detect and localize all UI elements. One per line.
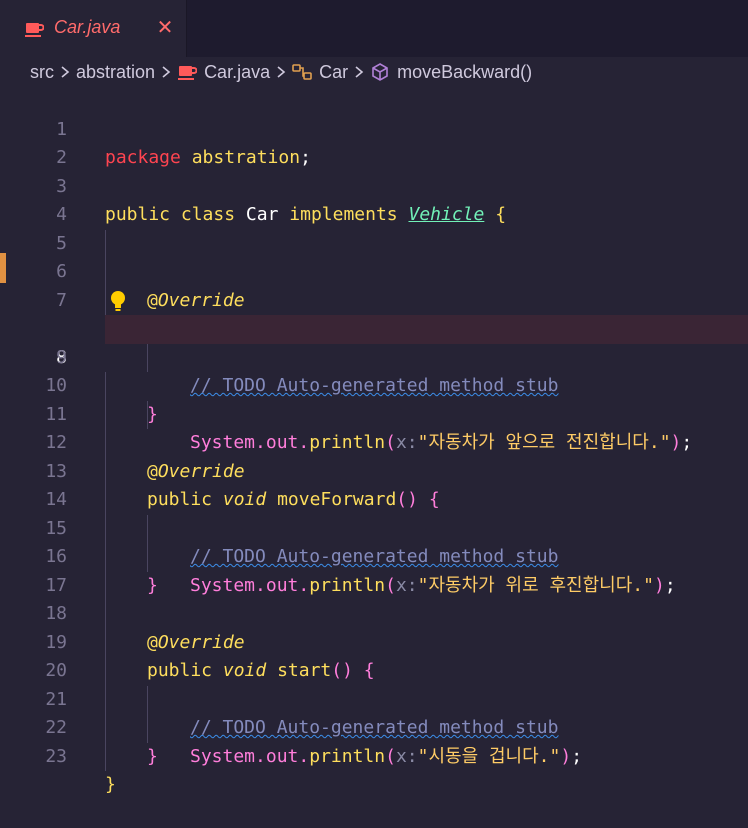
breadcrumb-label: src <box>30 61 54 82</box>
chevron-right-icon <box>276 65 286 79</box>
punct: . <box>298 745 310 767</box>
code-line: 7 // TODO Auto-generated method stub <box>0 258 748 397</box>
code-line-active: 8 System.out.println(x:"자동차가 앞으로 전진합니다."… <box>0 287 748 453</box>
chevron-right-icon <box>161 65 171 79</box>
punct: } <box>105 774 116 795</box>
java-file-icon <box>25 23 44 37</box>
java-file-icon <box>178 66 198 80</box>
field-ref: out <box>265 745 299 767</box>
code-line: 20 System.out.println(x:"시동을 겁니다."); <box>0 629 748 767</box>
chevron-right-icon <box>60 65 70 79</box>
code-line: 2 <box>0 116 748 168</box>
breadcrumb: src abstration Car.java Car moveBackward… <box>0 57 748 87</box>
punct: . <box>255 745 266 767</box>
code-line: 4 <box>0 173 748 258</box>
tab-bar: Car.java ✕ <box>0 0 748 57</box>
breadcrumb-label: Car <box>319 61 349 82</box>
line-code: } <box>147 743 158 772</box>
string: "시동을 겁니다." <box>417 745 561 767</box>
code-line: 19 // TODO Auto-generated method stub <box>0 600 748 739</box>
breadcrumb-label: abstration <box>76 61 156 82</box>
code-editor[interactable]: 1 package abstration; 2 3 public class C… <box>0 87 748 796</box>
class-ref: System <box>190 745 256 767</box>
code-line: 3 public class Car implements Vehicle { <box>0 144 748 226</box>
code-line: 23 } <box>0 714 748 796</box>
breadcrumb-car-class[interactable]: Car <box>292 62 348 83</box>
breadcrumb-label: moveBackward() <box>397 61 533 82</box>
code-line: 1 package abstration; <box>0 87 748 169</box>
code-line: 21 } <box>0 657 748 767</box>
breadcrumb-car-java[interactable]: Car.java <box>177 62 270 83</box>
code-line: 9 } <box>0 315 748 425</box>
lightbulb-icon[interactable] <box>108 289 128 313</box>
punct: ; <box>571 745 583 767</box>
breadcrumb-src[interactable]: src <box>30 62 54 83</box>
line-code: } <box>105 771 116 800</box>
class-icon <box>292 64 312 80</box>
line-number: 23 <box>45 745 67 767</box>
method-call: println <box>309 745 386 767</box>
indent-guide <box>105 742 106 771</box>
punct: ) <box>560 745 572 767</box>
code-line: 10 <box>0 344 748 429</box>
code-line: 17 @Override <box>0 543 748 653</box>
code-line: 12 public void moveForward() { <box>0 401 748 510</box>
breadcrumb-method[interactable]: moveBackward() <box>370 62 532 83</box>
code-line: 13 // TODO Auto-generated method stub <box>0 429 748 568</box>
code-line: 16 <box>0 515 748 600</box>
punct: ( <box>385 745 396 767</box>
code-line: 5 @Override <box>0 201 748 311</box>
inlay-hint: x: <box>395 745 418 767</box>
breadcrumb-label: Car.java <box>204 61 271 82</box>
method-icon <box>372 63 388 81</box>
close-icon[interactable]: ✕ <box>154 15 176 39</box>
chevron-right-icon <box>354 65 364 79</box>
code-line: 15 } <box>0 486 748 596</box>
code-line: 18 public void start() { <box>0 572 748 681</box>
tab-car-java[interactable]: Car.java ✕ <box>0 0 187 57</box>
tab-title: Car.java <box>54 17 121 37</box>
code-line: 14 System.out.println(x:"자동차가 위로 후진합니다."… <box>0 458 748 596</box>
punct: } <box>147 745 158 767</box>
code-line: 6 public void moveBackward() { <box>0 230 748 339</box>
code-line: 22 <box>0 686 748 771</box>
code-line: 11 @Override <box>0 372 748 482</box>
line-code: System.out.println(x:"시동을 겁니다."); <box>190 743 582 772</box>
breadcrumb-abstration[interactable]: abstration <box>76 62 155 83</box>
